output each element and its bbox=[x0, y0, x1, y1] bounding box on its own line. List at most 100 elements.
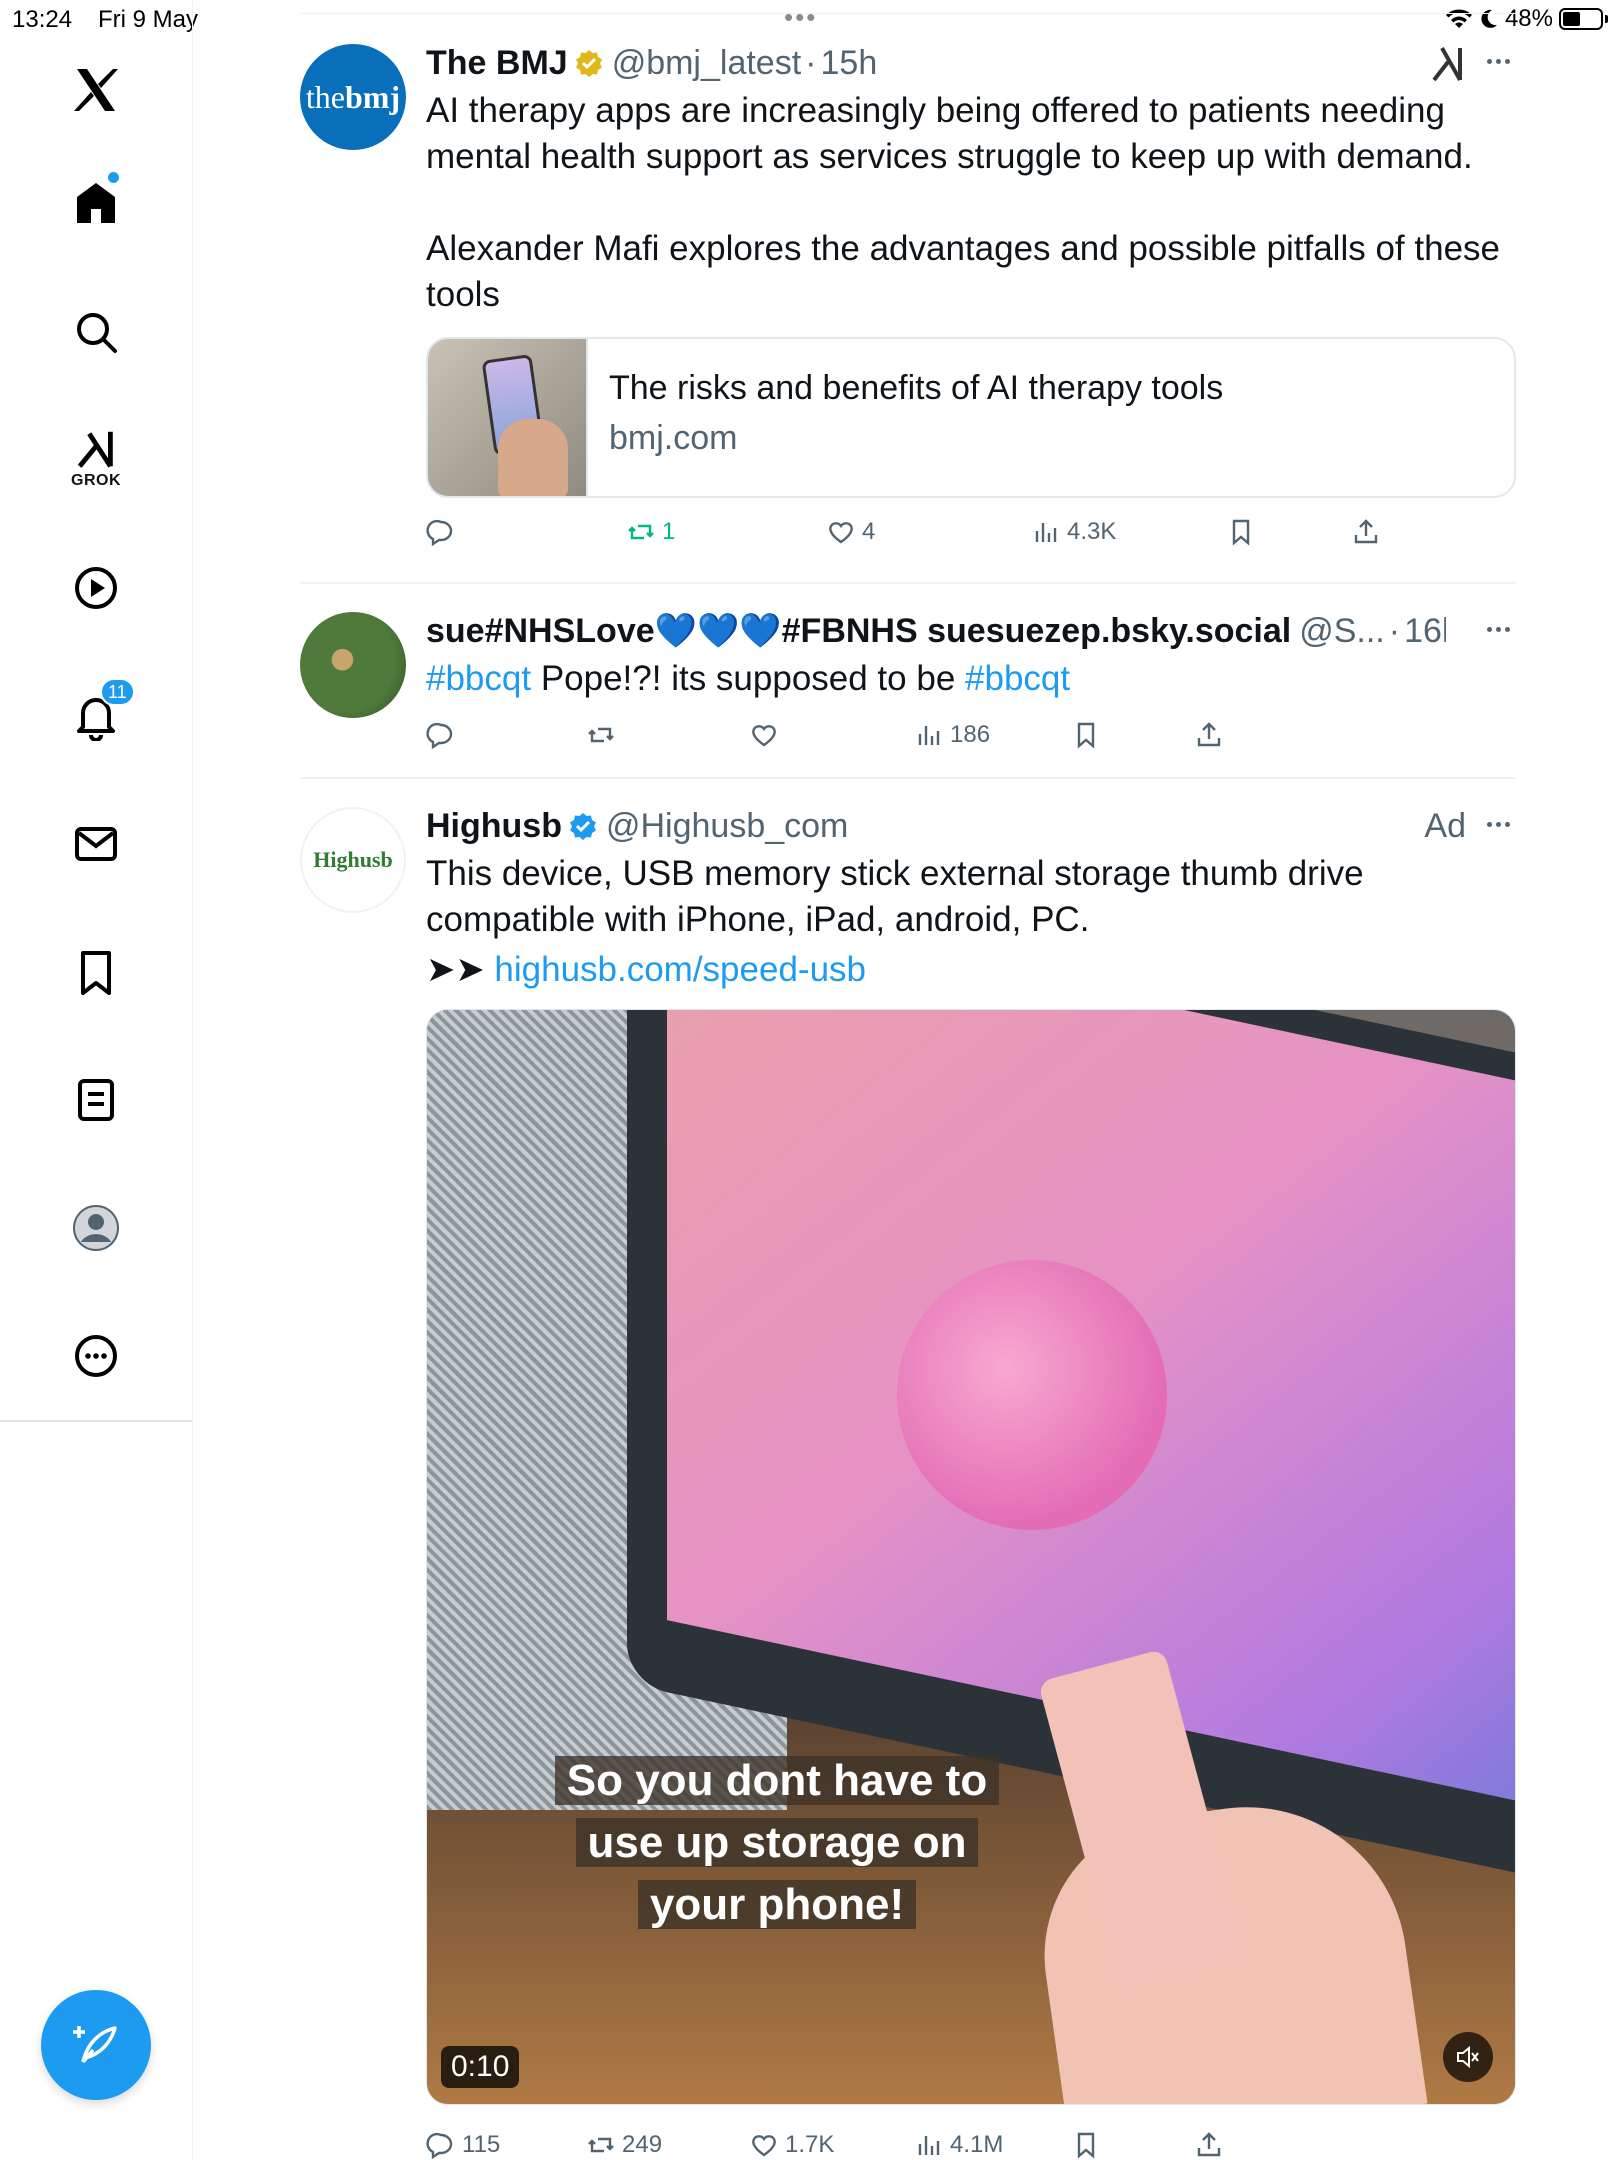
bookmark-button[interactable] bbox=[1226, 512, 1256, 552]
heart-icon bbox=[752, 725, 776, 747]
grok-icon bbox=[77, 431, 113, 468]
tweet-actions: 186 bbox=[426, 715, 1526, 755]
muted-speaker-icon bbox=[1457, 2045, 1479, 2069]
hashtag-link[interactable]: #bbcqt bbox=[426, 659, 531, 698]
reply-icon bbox=[426, 519, 453, 547]
heart-icon bbox=[829, 522, 853, 544]
retweet-icon bbox=[588, 2137, 614, 2153]
bookmark-icon bbox=[81, 951, 111, 995]
status-bar: 13:24 Fri 9 May ••• 48% bbox=[0, 0, 1620, 40]
like-button[interactable] bbox=[749, 715, 779, 755]
tweet-header: Highusb @Highusb_com bbox=[426, 805, 1516, 847]
views-icon bbox=[918, 726, 940, 745]
compose-icon bbox=[73, 2026, 117, 2064]
nav-video[interactable] bbox=[56, 548, 136, 628]
link-card[interactable]: The risks and benefits of AI therapy too… bbox=[426, 337, 1516, 498]
multitasking-dots-icon[interactable]: ••• bbox=[784, 2, 817, 33]
video-player[interactable]: So you dont have to use up storage on yo… bbox=[426, 1009, 1516, 2105]
tweet-bmj[interactable]: the bmj The BMJ @bmj_latest · 15h AI ther… bbox=[300, 42, 1516, 582]
share-icon bbox=[1197, 722, 1221, 747]
retweet-button[interactable] bbox=[586, 715, 616, 755]
hashtag-link[interactable]: #bbcqt bbox=[965, 659, 1070, 698]
share-button[interactable] bbox=[1194, 2125, 1224, 2160]
verified-gold-icon bbox=[575, 50, 602, 77]
views-button[interactable]: 4.1M bbox=[914, 2125, 1003, 2160]
bookmark-icon bbox=[1232, 519, 1250, 546]
avatar[interactable]: Highusb bbox=[300, 807, 406, 913]
battery-percent: 48% bbox=[1504, 5, 1553, 32]
tweet-time[interactable]: 16h bbox=[1404, 612, 1446, 651]
share-button[interactable] bbox=[1351, 512, 1381, 552]
retweet-button[interactable]: 1 bbox=[626, 512, 675, 552]
tweet-separator bbox=[300, 777, 1516, 779]
avatar[interactable]: the bmj bbox=[300, 44, 406, 150]
reply-icon bbox=[426, 2132, 453, 2160]
card-domain: bmj.com bbox=[609, 419, 738, 457]
more-options-icon[interactable] bbox=[1480, 809, 1516, 839]
tweet-actions: 1 4 4.3K bbox=[426, 512, 1526, 552]
bookmark-button[interactable] bbox=[1071, 715, 1101, 755]
more-circle-icon bbox=[75, 1335, 117, 1377]
play-circle-icon bbox=[75, 567, 117, 609]
tweet-header: The BMJ @bmj_latest · 15h bbox=[426, 43, 878, 83]
like-button[interactable]: 4 bbox=[826, 512, 875, 552]
tweet-text: AI therapy apps are increasingly being o… bbox=[426, 91, 1473, 176]
tweet-text: #bbcqt Pope!?! its supposed to be #bbcqt bbox=[426, 659, 1071, 698]
reply-button[interactable] bbox=[426, 715, 456, 755]
author-handle[interactable]: @Highusb_com bbox=[606, 807, 848, 846]
nav-notifications[interactable]: 11 bbox=[56, 676, 136, 756]
tweet-header: sue#NHSLove💙💙💙#FBNHS suesuezep.bsky.soci… bbox=[426, 610, 1446, 652]
nav-lists[interactable] bbox=[56, 1060, 136, 1140]
tweet-highusb-ad[interactable]: Highusb Highusb @Highusb_com Ad This dev… bbox=[300, 805, 1516, 2160]
wifi-icon bbox=[1445, 9, 1472, 28]
search-icon bbox=[77, 313, 117, 353]
more-options-icon[interactable] bbox=[1480, 614, 1516, 644]
profile-icon bbox=[73, 1205, 119, 1251]
views-button[interactable]: 186 bbox=[914, 715, 990, 755]
retweet-icon bbox=[628, 524, 654, 540]
nav-messages[interactable] bbox=[56, 804, 136, 884]
share-icon bbox=[1197, 2132, 1221, 2157]
nav-more[interactable] bbox=[56, 1316, 136, 1396]
retweet-button[interactable]: 249 bbox=[586, 2125, 662, 2160]
like-button[interactable]: 1.7K bbox=[749, 2125, 834, 2160]
compose-button[interactable] bbox=[41, 1990, 151, 2100]
card-title: The risks and benefits of AI therapy too… bbox=[609, 369, 1224, 407]
views-icon bbox=[918, 2136, 940, 2155]
author-name[interactable]: The BMJ bbox=[426, 44, 568, 83]
tweet-link-line: ➤➤ highusb.com/speed-usb bbox=[426, 950, 867, 989]
author-name[interactable]: sue#NHSLove💙💙💙#FBNHS suesuezep.bsky.soci… bbox=[426, 611, 1291, 651]
nav-explore[interactable] bbox=[56, 292, 136, 372]
reply-icon bbox=[426, 722, 453, 750]
bookmark-button[interactable] bbox=[1071, 2125, 1101, 2160]
reply-button[interactable]: 115 bbox=[426, 2125, 500, 2160]
status-indicators: 48% bbox=[1445, 5, 1608, 33]
ad-link[interactable]: highusb.com/speed-usb bbox=[494, 950, 866, 989]
bookmark-icon bbox=[1077, 2132, 1095, 2159]
nav-bookmarks[interactable] bbox=[56, 932, 136, 1012]
x-logo-icon[interactable] bbox=[56, 50, 136, 130]
verified-blue-icon bbox=[569, 813, 596, 840]
grok-label: GROK bbox=[71, 472, 121, 489]
tweet-separator bbox=[300, 582, 1516, 584]
share-button[interactable] bbox=[1194, 715, 1224, 755]
top-rule bbox=[300, 13, 1516, 14]
author-name[interactable]: Highusb bbox=[426, 807, 562, 846]
mail-icon bbox=[75, 827, 117, 861]
mute-button[interactable] bbox=[1443, 2032, 1493, 2082]
tweet-sue[interactable]: sue#NHSLove💙💙💙#FBNHS suesuezep.bsky.soci… bbox=[300, 610, 1516, 765]
more-options-icon[interactable] bbox=[1480, 46, 1516, 76]
views-button[interactable]: 4.3K bbox=[1031, 512, 1116, 552]
moon-icon bbox=[1481, 9, 1497, 28]
nav-profile[interactable] bbox=[56, 1188, 136, 1268]
avatar[interactable] bbox=[300, 612, 406, 718]
nav-grok[interactable]: GROK bbox=[56, 418, 136, 498]
author-handle[interactable]: @S... bbox=[1299, 612, 1385, 651]
nav-home[interactable] bbox=[56, 162, 136, 242]
tweet-time[interactable]: 15h bbox=[821, 44, 878, 83]
grok-icon[interactable] bbox=[1430, 44, 1466, 84]
tweet-text: This device, USB memory stick external s… bbox=[426, 854, 1364, 939]
reply-button[interactable] bbox=[426, 512, 462, 552]
author-handle[interactable]: @bmj_latest bbox=[612, 44, 801, 83]
video-caption: So you dont have to use up storage on yo… bbox=[532, 1750, 1022, 1936]
